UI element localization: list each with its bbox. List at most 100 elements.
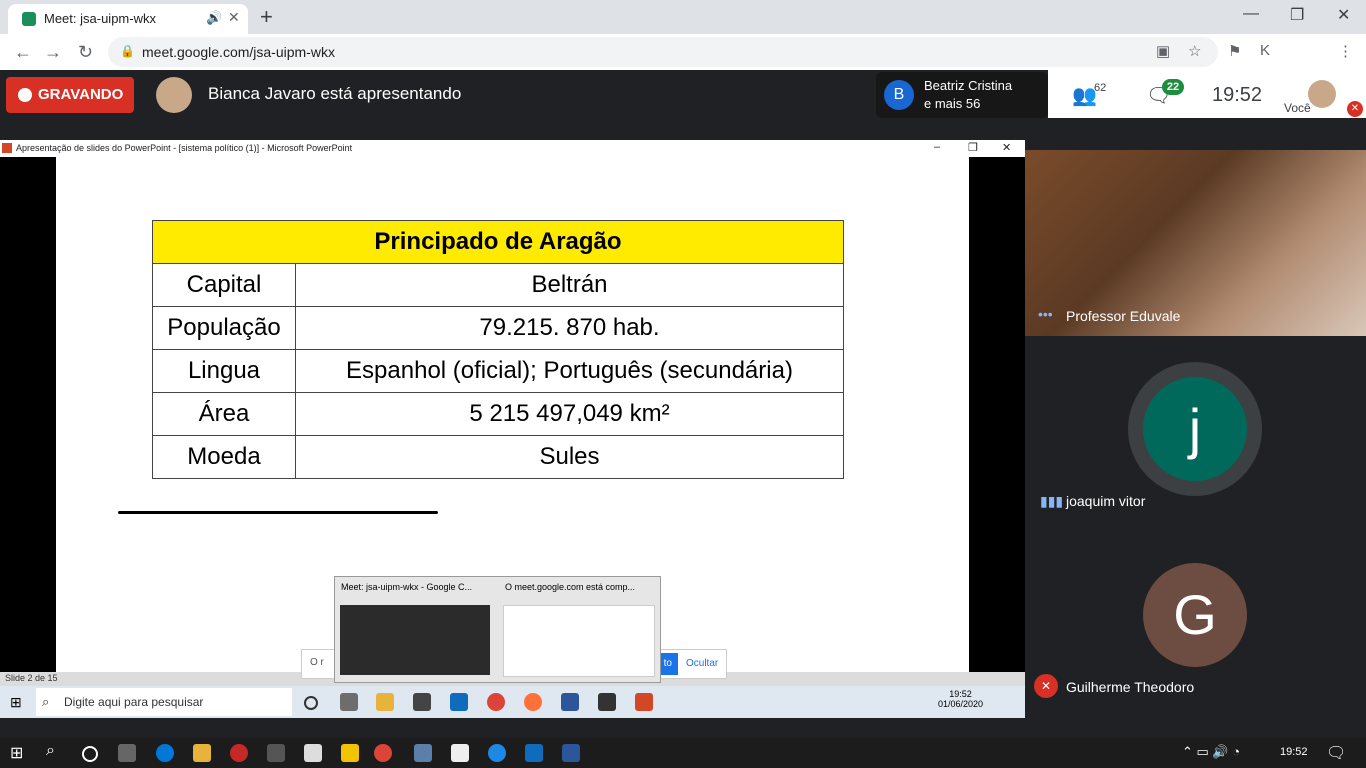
powerpoint-taskbar-icon[interactable]	[635, 693, 653, 711]
participant-chip-count: e mais 56	[924, 96, 981, 111]
media-player-icon[interactable]	[598, 693, 616, 711]
preview-thumbnail-2[interactable]	[503, 605, 655, 677]
browser-toolbar: ← → ↻ 🔒 meet.google.com/jsa-uipm-wkx ▣ ☆…	[0, 34, 1366, 95]
search-icon: ⌕	[42, 694, 50, 709]
table-row: Área 5 215 497,049 km²	[152, 392, 844, 436]
row-label: População	[152, 306, 296, 350]
close-window-icon[interactable]: ✕	[1337, 5, 1350, 25]
os-task-view-icon[interactable]	[118, 744, 136, 762]
firefox-icon[interactable]	[524, 693, 542, 711]
inner-time: 19:52	[949, 689, 972, 699]
preview-title-1[interactable]: Meet: jsa-uipm-wkx - Google C...	[341, 582, 472, 592]
ppt-restore-icon[interactable]: ❐	[968, 141, 978, 154]
windows-start-icon[interactable]: ⊞	[10, 694, 22, 711]
os-mail-icon[interactable]	[525, 744, 543, 762]
os-cortana-icon[interactable]	[82, 746, 98, 762]
edge-icon[interactable]	[156, 744, 174, 762]
row-value: Beltrán	[295, 263, 844, 307]
row-label: Capital	[152, 263, 296, 307]
ppt-minimize-icon[interactable]: –	[934, 141, 940, 153]
tab-title: Meet: jsa-uipm-wkx	[44, 11, 156, 26]
ppt-close-icon[interactable]: ✕	[1002, 141, 1011, 154]
close-tab-icon[interactable]: ✕	[228, 9, 240, 26]
powerpoint-icon	[2, 143, 12, 153]
camera-blocked-icon[interactable]: ▣	[1156, 42, 1170, 60]
participant-name-1: Professor Eduvale	[1066, 308, 1181, 324]
os-word-icon[interactable]	[562, 744, 580, 762]
reload-icon[interactable]: ↻	[78, 42, 93, 63]
word-icon[interactable]	[561, 693, 579, 711]
os-store-icon[interactable]	[451, 744, 469, 762]
speaker-icon[interactable]: 🔊	[206, 10, 222, 26]
mail-icon[interactable]	[450, 693, 468, 711]
lock-icon[interactable]: 🔒	[120, 44, 135, 58]
row-value: 79.215. 870 hab.	[295, 306, 844, 350]
new-tab-button[interactable]: +	[260, 4, 273, 30]
browser-tab-strip: Meet: jsa-uipm-wkx 🔊 ✕ + — ❐ ✕	[0, 0, 1366, 34]
share-notice-text: O r	[310, 657, 324, 668]
os-taskbar: ⊞ ⌕ ⌃ ▭ 🔊 ◔ 19:52 🗨	[0, 738, 1366, 768]
notification-icon[interactable]: 🗨	[1326, 743, 1346, 763]
ppt-window-title: Apresentação de slides do PowerPoint - […	[16, 143, 353, 153]
people-count: 62	[1094, 82, 1107, 94]
table-row: Capital Beltrán	[152, 263, 844, 307]
back-icon[interactable]: ←	[14, 42, 32, 63]
menu-icon[interactable]: ⋮	[1338, 42, 1353, 60]
url-text[interactable]: meet.google.com/jsa-uipm-wkx	[142, 44, 335, 60]
recording-badge[interactable]: GRAVANDO	[6, 77, 134, 113]
row-value: Sules	[295, 435, 844, 479]
row-value: 5 215 497,049 km²	[295, 392, 844, 436]
os-file-explorer-icon[interactable]	[193, 744, 211, 762]
chrome-icon[interactable]	[487, 693, 505, 711]
restore-icon[interactable]: ❐	[1290, 5, 1304, 25]
app-icon[interactable]	[267, 744, 285, 762]
presenting-text: Bianca Javaro está apresentando	[208, 84, 462, 103]
calculator-icon[interactable]	[304, 744, 322, 762]
taskbar-preview-popup: Meet: jsa-uipm-wkx - Google C... O meet.…	[334, 576, 661, 683]
system-tray-icons[interactable]: ⌃ ▭ 🔊 ◔	[1182, 744, 1240, 760]
mic-muted-icon: ✕	[1034, 674, 1058, 698]
power-app-icon[interactable]	[230, 744, 248, 762]
meet-clock: 19:52	[1212, 84, 1263, 106]
search-box[interactable]: ⌕ Digite aqui para pesquisar	[36, 688, 292, 716]
presenter-avatar	[156, 77, 192, 113]
forward-icon[interactable]: →	[44, 42, 62, 63]
self-label: Você	[1284, 101, 1311, 115]
extension-k-icon[interactable]: K	[1260, 42, 1270, 59]
os-edge-icon[interactable]	[488, 744, 506, 762]
file-explorer-icon[interactable]	[376, 693, 394, 711]
search-placeholder: Digite aqui para pesquisar	[64, 695, 204, 709]
os-search-icon[interactable]: ⌕	[46, 742, 55, 760]
cortana-icon[interactable]	[304, 696, 318, 710]
table-title: Principado de Aragão	[152, 220, 844, 264]
store-icon[interactable]	[413, 693, 431, 711]
hide-button[interactable]: Ocultar	[686, 658, 718, 669]
participant-name-3: Guilherme Theodoro	[1066, 679, 1195, 695]
more-options-icon[interactable]: •••	[1038, 306, 1053, 322]
browser-tab[interactable]: Meet: jsa-uipm-wkx 🔊 ✕	[8, 4, 248, 34]
table-row: População 79.215. 870 hab.	[152, 306, 844, 350]
participant-name-2: joaquim vitor	[1066, 493, 1146, 509]
os-chrome-icon[interactable]	[374, 744, 392, 762]
row-label: Moeda	[152, 435, 296, 479]
ppt-title-bar: Apresentação de slides do PowerPoint - […	[0, 140, 1025, 157]
preview-title-2[interactable]: O meet.google.com está comp...	[505, 582, 635, 592]
preview-thumbnail-1[interactable]	[340, 605, 490, 675]
table-row: Lingua Espanhol (oficial); Português (sec…	[152, 349, 844, 393]
minimize-icon[interactable]: —	[1243, 5, 1259, 23]
mic-off-icon[interactable]: ✕	[1347, 101, 1363, 117]
paint-icon[interactable]	[414, 744, 432, 762]
address-bar[interactable]: 🔒 meet.google.com/jsa-uipm-wkx	[108, 37, 1218, 67]
task-view-icon[interactable]	[340, 693, 358, 711]
participant-avatar-j: j	[1143, 377, 1247, 481]
sticky-notes-icon[interactable]	[341, 744, 359, 762]
inner-clock: 19:52 01/06/2020	[938, 689, 983, 709]
chat-badge: 22	[1162, 79, 1184, 95]
ink-stroke	[118, 511, 438, 514]
bookmark-star-icon[interactable]: ☆	[1188, 42, 1201, 60]
extension-icon[interactable]: ⚑	[1228, 42, 1241, 60]
row-value: Espanhol (oficial); Português (secundári…	[295, 349, 844, 393]
participant-chip[interactable]: B Beatriz Cristina e mais 56	[876, 72, 1048, 118]
meet-favicon-icon	[22, 12, 36, 26]
os-start-icon[interactable]: ⊞	[10, 743, 23, 763]
